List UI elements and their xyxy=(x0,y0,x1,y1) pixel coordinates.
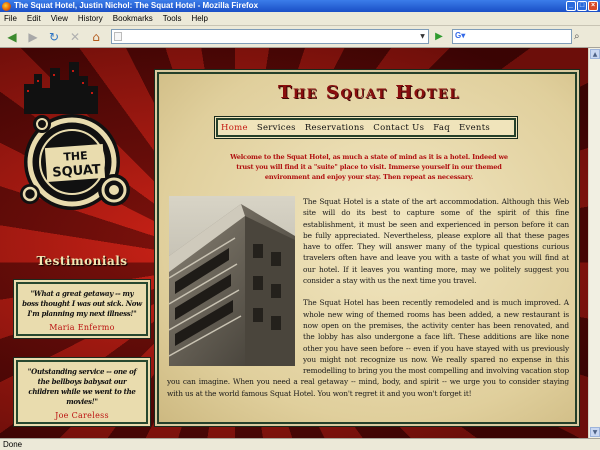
menu-edit[interactable]: Edit xyxy=(23,12,47,25)
nav-contact-us[interactable]: Contact Us xyxy=(373,123,424,133)
site-title: The Squat Hotel xyxy=(278,82,460,103)
testimonial-card: "Outstanding service -- one of the bellb… xyxy=(16,360,148,424)
testimonial-quote: "What a great getaway -- my boss thought… xyxy=(22,289,142,318)
menu-file[interactable]: File xyxy=(0,12,23,25)
site-nav: Home Services Reservations Contact Us Fa… xyxy=(216,118,516,137)
reload-icon[interactable]: ↻ xyxy=(45,28,63,46)
navigation-toolbar: ◀ ▶ ↻ ✕ ⌂ ▼ ▶ G▾ ⌕ xyxy=(0,26,600,48)
maximize-button[interactable]: □ xyxy=(577,1,587,11)
body-text: The Squat Hotel is a state of the art ac… xyxy=(167,196,569,410)
testimonial-author: Maria Enfermo xyxy=(49,323,115,332)
menu-help[interactable]: Help xyxy=(187,12,213,25)
chevron-down-icon[interactable]: ▼ xyxy=(418,31,427,42)
menu-view[interactable]: View xyxy=(47,12,74,25)
minimize-button[interactable]: _ xyxy=(566,1,576,11)
search-icon[interactable]: ⌕ xyxy=(574,29,588,44)
main-content-panel: The Squat Hotel Home Services Reservatio… xyxy=(157,72,577,424)
search-input[interactable]: G▾ xyxy=(452,29,572,44)
nav-home[interactable]: Home xyxy=(221,123,248,133)
url-bar[interactable]: ▼ xyxy=(111,29,429,44)
testimonial-quote: "Outstanding service -- one of the bellb… xyxy=(27,367,137,406)
window-title: The Squat Hotel, Justin Nichol: The Squa… xyxy=(14,1,259,10)
nav-events[interactable]: Events xyxy=(459,123,490,133)
scroll-down-icon[interactable]: ▼ xyxy=(590,427,600,437)
svg-text:THE: THE xyxy=(63,149,88,164)
nav-faq[interactable]: Faq xyxy=(433,123,450,133)
window-title-bar: The Squat Hotel, Justin Nichol: The Squa… xyxy=(0,0,600,12)
scroll-up-icon[interactable]: ▲ xyxy=(590,49,600,59)
menu-tools[interactable]: Tools xyxy=(159,12,188,25)
status-text: Done xyxy=(3,440,23,449)
stop-icon[interactable]: ✕ xyxy=(66,28,84,46)
testimonial-card: "What a great getaway -- my boss thought… xyxy=(16,282,148,336)
page-viewport: THE SQUAT Testimonials "What a great get… xyxy=(0,48,588,438)
testimonial-author: Joe Careless xyxy=(55,411,109,420)
testimonials-heading: Testimonials xyxy=(36,254,128,268)
nav-services[interactable]: Services xyxy=(257,123,296,133)
menu-bookmarks[interactable]: Bookmarks xyxy=(109,12,159,25)
google-search-icon[interactable]: G▾ xyxy=(455,31,473,42)
menu-history[interactable]: History xyxy=(74,12,109,25)
squat-logo: THE SQUAT xyxy=(20,62,130,210)
welcome-text: Welcome to the Squat Hotel, as much a st… xyxy=(230,153,508,181)
vertical-scrollbar[interactable]: ▲ ▼ xyxy=(588,48,600,438)
home-icon[interactable]: ⌂ xyxy=(87,28,105,46)
forward-icon[interactable]: ▶ xyxy=(24,28,42,46)
close-button[interactable]: × xyxy=(588,1,598,11)
go-icon[interactable]: ▶ xyxy=(432,29,446,44)
menu-bar: File Edit View History Bookmarks Tools H… xyxy=(0,12,600,26)
status-bar: Done xyxy=(0,438,600,450)
page-icon xyxy=(114,32,122,41)
back-icon[interactable]: ◀ xyxy=(3,28,21,46)
firefox-icon xyxy=(2,2,11,11)
nav-reservations[interactable]: Reservations xyxy=(305,123,364,133)
